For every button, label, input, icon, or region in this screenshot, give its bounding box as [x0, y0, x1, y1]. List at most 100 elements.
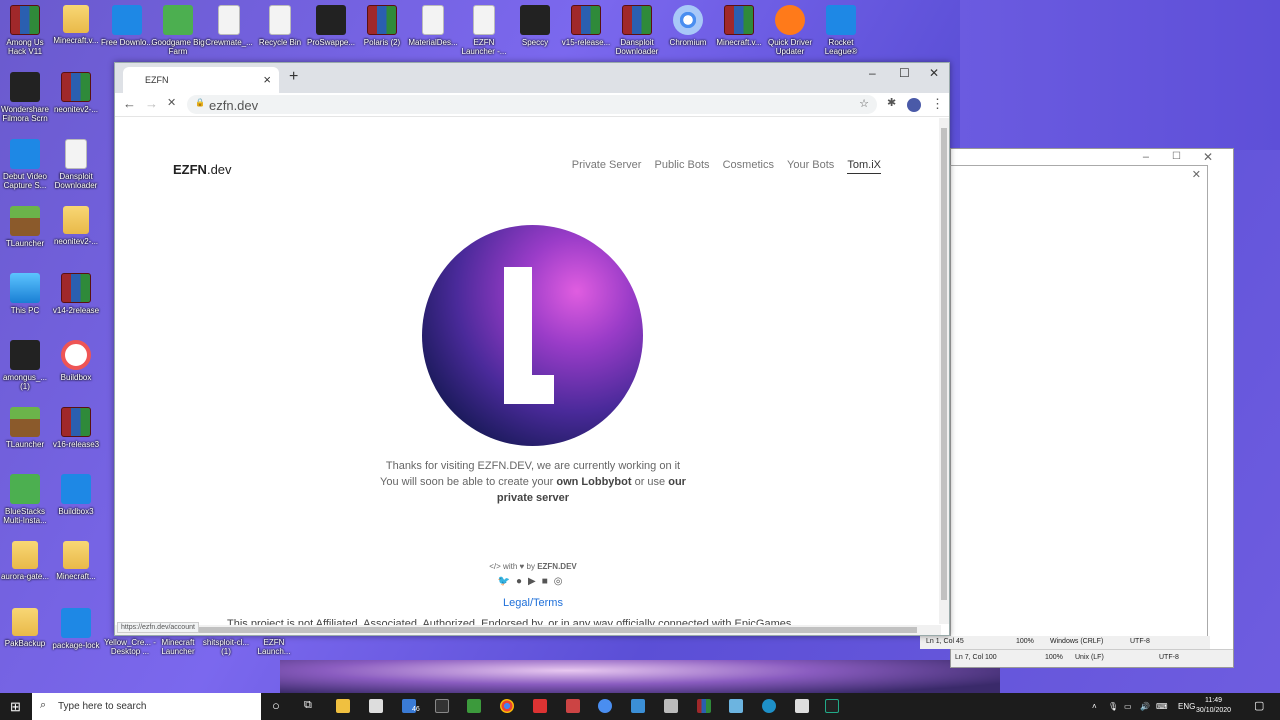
nav-public-bots[interactable]: Public Bots: [655, 159, 710, 171]
clock[interactable]: 11:49 30/10/2020: [1196, 696, 1231, 716]
maximize-icon[interactable]: ☐: [1172, 151, 1181, 162]
edge-icon[interactable]: [762, 699, 776, 713]
desktop-icon[interactable]: Speccy: [507, 5, 563, 47]
app-icon[interactable]: [467, 699, 481, 713]
vertical-scrollbar[interactable]: [939, 118, 949, 624]
desktop-icon[interactable]: EZFN Launcher -...: [456, 5, 512, 56]
desktop-icon[interactable]: MaterialDes...: [405, 5, 461, 47]
github-icon[interactable]: ●: [516, 576, 528, 587]
desktop-icon[interactable]: Polaris (2): [354, 5, 410, 47]
desktop-icon[interactable]: TLauncher: [0, 407, 53, 449]
desktop-icon[interactable]: v16-release3: [48, 407, 104, 449]
discord-icon[interactable]: ■: [542, 576, 554, 587]
desktop-icon[interactable]: EZFN Launch...: [246, 638, 302, 656]
language-label[interactable]: ENG: [1178, 702, 1195, 711]
notepad-window-front[interactable]: ✕: [950, 165, 1208, 649]
app-icon[interactable]: [631, 699, 645, 713]
extensions-icon[interactable]: ✱: [887, 96, 896, 109]
desktop-icon[interactable]: Minecraft.v...: [711, 5, 767, 47]
app-icon[interactable]: [795, 699, 809, 713]
own-lobbybot-link[interactable]: own Lobbybot: [556, 476, 631, 488]
store-icon[interactable]: [369, 699, 383, 713]
close-icon[interactable]: ✕: [1192, 168, 1201, 181]
windows-start-icon[interactable]: ⊞: [10, 699, 21, 715]
desktop-icon[interactable]: Dansploit Downloader: [48, 139, 104, 190]
close-window-icon[interactable]: ✕: [929, 66, 939, 80]
desktop-icon[interactable]: Minecraft...: [48, 541, 104, 581]
desktop-icon[interactable]: amongus_... (1): [0, 340, 53, 391]
file-explorer-icon[interactable]: [336, 699, 350, 713]
language-icon[interactable]: ⌨: [1156, 702, 1168, 711]
volume-icon[interactable]: 🔊: [1140, 702, 1150, 711]
desktop-icon-image: [10, 407, 40, 437]
desktop-icon[interactable]: v15-release...: [558, 5, 614, 47]
nav-private-server[interactable]: Private Server: [572, 159, 642, 171]
minimize-icon[interactable]: –: [1143, 151, 1149, 163]
desktop-icon[interactable]: Minecraft.v...: [48, 5, 104, 45]
bookmark-star-icon[interactable]: ☆: [859, 97, 869, 110]
browser-tab[interactable]: EZFN ×: [123, 67, 279, 93]
desktop-icon[interactable]: Buildbox3: [48, 474, 104, 516]
nav-cosmetics[interactable]: Cosmetics: [723, 159, 774, 171]
new-tab-icon[interactable]: +: [289, 68, 298, 86]
twitter-icon[interactable]: 🐦: [498, 576, 516, 587]
desktop-icon[interactable]: Buildbox: [48, 340, 104, 382]
maximize-icon[interactable]: ☐: [899, 66, 910, 80]
address-bar[interactable]: 🔒 ezfn.dev ☆: [187, 95, 877, 114]
desktop-icon[interactable]: neonitev2-...: [48, 206, 104, 246]
chromium-icon[interactable]: [598, 699, 612, 713]
instagram-icon[interactable]: ◎: [554, 576, 569, 587]
back-icon[interactable]: ←: [123, 96, 136, 111]
notepad-icon[interactable]: [729, 699, 743, 713]
app-icon[interactable]: [664, 699, 678, 713]
desktop-icon[interactable]: Crewmate_...: [201, 5, 257, 47]
desktop-icon-label: package-lock: [52, 641, 100, 650]
network-icon[interactable]: ▭: [1124, 702, 1132, 711]
forward-icon[interactable]: →: [145, 96, 158, 111]
minimize-icon[interactable]: –: [869, 66, 876, 80]
site-logo[interactable]: EZFN.dev: [173, 162, 232, 177]
legal-terms-link[interactable]: Legal/Terms: [115, 597, 939, 609]
cortana-icon[interactable]: ○: [272, 698, 280, 713]
youtube-icon[interactable]: ▶: [528, 576, 542, 587]
app-icon[interactable]: [566, 699, 580, 713]
desktop-icon[interactable]: package-lock: [48, 608, 104, 650]
desktop-icon[interactable]: This PC: [0, 273, 53, 315]
nav-your-bots[interactable]: Your Bots: [787, 159, 834, 171]
desktop-icon[interactable]: Among Us Hack V11: [0, 5, 53, 56]
desktop-icon[interactable]: Debut Video Capture S...: [0, 139, 53, 190]
desktop-icon[interactable]: Goodgame Big Farm: [150, 5, 206, 56]
profile-avatar[interactable]: [907, 98, 921, 112]
winrar-icon[interactable]: [697, 699, 711, 713]
microphone-icon[interactable]: 🎙: [1108, 702, 1118, 711]
desktop-icon[interactable]: Free Downlo...: [99, 5, 155, 47]
close-tab-icon[interactable]: ×: [263, 72, 271, 87]
desktop-icon[interactable]: Quick Driver Updater: [762, 5, 818, 56]
close-icon[interactable]: ✕: [1203, 150, 1213, 164]
task-view-icon[interactable]: ⧉: [304, 699, 312, 712]
desktop-icon[interactable]: Chromium: [660, 5, 716, 47]
desktop-icon[interactable]: Dansploit Downloader: [609, 5, 665, 56]
app-icon[interactable]: [825, 699, 839, 713]
menu-icon[interactable]: ⋮: [931, 96, 944, 112]
chrome-icon[interactable]: [500, 699, 514, 713]
desktop-icon[interactable]: PakBackup: [0, 608, 53, 648]
stop-loading-icon[interactable]: ✕: [167, 96, 176, 109]
roblox-icon[interactable]: [533, 699, 547, 713]
desktop-icon[interactable]: Rocket League®: [813, 5, 869, 56]
browser-window[interactable]: EZFN × + – ☐ ✕ ← → ✕ 🔒 ezfn.dev ☆ ✱ ⋮ EZ…: [114, 62, 950, 636]
desktop-icon[interactable]: Wondershare Filmora Scrn: [0, 72, 53, 123]
notifications-icon[interactable]: ▢: [1254, 699, 1264, 712]
desktop-icon[interactable]: v14-2release: [48, 273, 104, 315]
show-hidden-icons[interactable]: ˄: [1092, 702, 1097, 711]
epic-games-icon[interactable]: [435, 699, 449, 713]
taskbar-search[interactable]: ⌕ Type here to search: [32, 693, 261, 720]
desktop-icon[interactable]: neonitev2-...: [48, 72, 104, 114]
desktop-icon[interactable]: aurora-gate...: [0, 541, 53, 581]
desktop-icon[interactable]: TLauncher: [0, 206, 53, 248]
desktop-icon[interactable]: Recycle Bin: [252, 5, 308, 47]
nav-account[interactable]: Tom.iX: [847, 159, 881, 174]
desktop-icon[interactable]: ProSwappe...: [303, 5, 359, 47]
horizontal-scrollbar[interactable]: [115, 625, 941, 635]
desktop-icon[interactable]: BlueStacks Multi-Insta...: [0, 474, 53, 525]
